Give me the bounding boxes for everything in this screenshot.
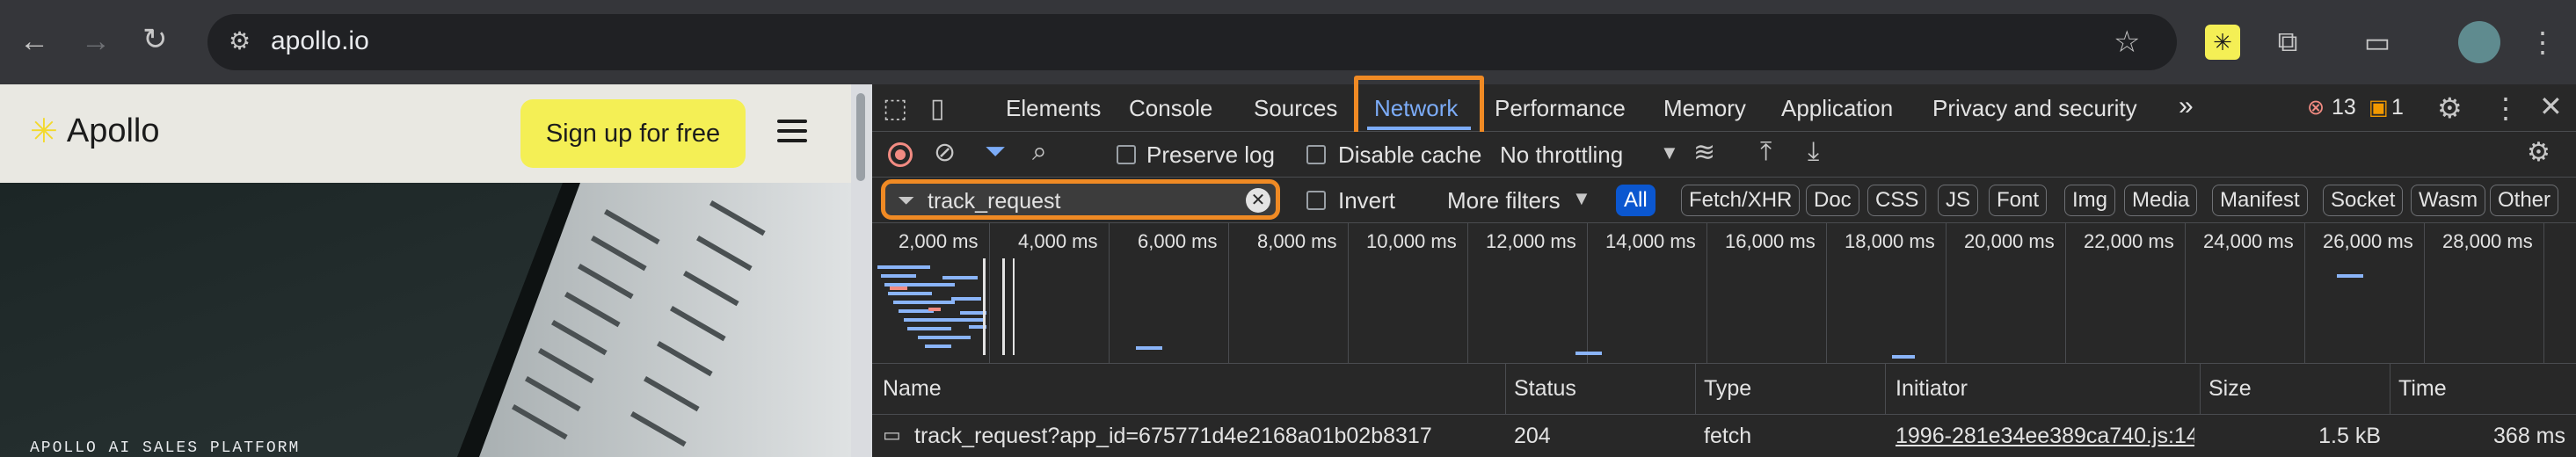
page-scrollbar[interactable] <box>856 93 865 181</box>
request-name[interactable]: track_request?app_id=675771d4e2168a01b02… <box>914 424 1498 449</box>
requests-table-header: Name Status Type Initiator Size Time <box>872 364 2576 415</box>
hero-tablet-illustration <box>0 183 851 457</box>
devtools-menu-icon[interactable]: ⋮ <box>2492 91 2520 125</box>
tab-memory[interactable]: Memory <box>1663 95 1746 122</box>
tab-network[interactable]: Network <box>1374 95 1458 122</box>
site-info-icon[interactable]: ⚙ <box>229 26 251 55</box>
web-page: ✳ Apollo Sign up for free APOLLO AI SALE… <box>0 84 851 457</box>
error-icon: ⊗ <box>2307 96 2325 120</box>
site-header: ✳ Apollo Sign up for free <box>0 84 851 183</box>
preserve-log-checkbox[interactable] <box>1117 145 1136 164</box>
filter-input-value: track_request <box>928 189 1061 214</box>
type-filter-wasm[interactable]: Wasm <box>2411 185 2486 216</box>
overview-request-bars <box>877 258 2363 359</box>
devtools-resizer[interactable] <box>851 84 872 457</box>
type-filter-socket[interactable]: Socket <box>2323 185 2404 216</box>
type-filter-img[interactable]: Img <box>2064 185 2116 216</box>
column-header-name[interactable]: Name <box>883 376 942 402</box>
reload-icon[interactable]: ↻ <box>142 25 168 54</box>
tab-application[interactable]: Application <box>1781 95 1893 122</box>
import-har-icon[interactable]: ⤒ <box>1760 137 1772 167</box>
type-filter-media[interactable]: Media <box>2124 185 2198 216</box>
url-text: apollo.io <box>271 26 369 55</box>
profile-avatar[interactable] <box>2458 21 2500 63</box>
type-filter-font[interactable]: Font <box>1989 185 2048 216</box>
inspect-element-icon[interactable]: ⬚ <box>883 93 907 124</box>
more-filters-dropdown[interactable]: More filters <box>1447 187 1561 214</box>
tab-sources[interactable]: Sources <box>1254 95 1337 122</box>
network-conditions-icon[interactable]: ≋ <box>1693 137 1715 168</box>
warning-count[interactable]: 1 <box>2391 95 2404 120</box>
type-filter-manifest[interactable]: Manifest <box>2212 185 2308 216</box>
clear-log-icon[interactable]: ⊘ <box>934 137 956 168</box>
search-icon[interactable]: ⌕ <box>1032 137 1047 167</box>
chevron-down-icon[interactable]: ▼ <box>1572 187 1591 210</box>
column-header-size[interactable]: Size <box>2209 376 2252 402</box>
puzzle-icon[interactable]: ⧉ <box>2267 21 2309 63</box>
close-devtools-icon[interactable]: ✕ <box>2539 90 2563 123</box>
clear-filter-icon[interactable]: ✕ <box>1246 188 1270 213</box>
column-header-type[interactable]: Type <box>1704 376 1751 402</box>
forward-arrow-icon[interactable]: → <box>81 26 111 56</box>
network-settings-icon[interactable]: ⚙ <box>2527 137 2551 168</box>
type-filter-fetch-xhr[interactable]: Fetch/XHR <box>1681 185 1801 216</box>
hero-tagline: APOLLO AI SALES PLATFORM <box>30 439 301 457</box>
request-size: 1.5 kB <box>2318 424 2381 448</box>
tab-privacy-security[interactable]: Privacy and security <box>1932 95 2137 122</box>
invert-label: Invert <box>1338 187 1396 214</box>
filter-input[interactable]: ⏷ track_request ✕ <box>881 179 1280 220</box>
settings-gear-icon[interactable]: ⚙ <box>2437 91 2463 125</box>
filter-icon: ⏷ <box>898 189 915 213</box>
disable-cache-checkbox[interactable] <box>1306 145 1326 164</box>
kebab-menu-icon[interactable]: ⋮ <box>2521 21 2564 63</box>
request-type: fetch <box>1704 424 1752 448</box>
active-tab-indicator <box>1367 127 1471 130</box>
devtools-panel: ⬚ ▯ Elements Console Sources Network Per… <box>872 76 2576 457</box>
devtools-tab-bar: ⬚ ▯ Elements Console Sources Network Per… <box>872 76 2576 144</box>
record-stop-icon[interactable] <box>888 142 913 167</box>
invert-checkbox[interactable] <box>1306 191 1326 210</box>
network-filter-bar: ⏷ track_request ✕ Invert More filters ▼ … <box>872 178 2576 223</box>
preserve-log-label: Preserve log <box>1146 141 1275 168</box>
request-initiator-link[interactable]: 1996-281e34ee389ca740.js:14 <box>1896 424 2194 449</box>
filter-funnel-icon[interactable]: ⏷ <box>985 137 1006 167</box>
column-header-initiator[interactable]: Initiator <box>1896 376 1968 402</box>
device-toolbar-icon[interactable]: ▯ <box>930 93 945 124</box>
column-header-status[interactable]: Status <box>1514 376 1576 402</box>
tab-console[interactable]: Console <box>1129 95 1212 122</box>
address-bar[interactable]: ⚙ apollo.io ☆ <box>207 14 2177 70</box>
column-header-time[interactable]: Time <box>2398 376 2447 402</box>
network-overview-timeline[interactable]: 2,000 ms 4,000 ms 6,000 ms 8,000 ms 10,0… <box>872 223 2576 364</box>
table-row[interactable]: ▭ track_request?app_id=675771d4e2168a01b… <box>872 415 2576 457</box>
hamburger-menu-icon[interactable] <box>777 120 807 146</box>
more-tabs-icon[interactable]: » <box>2179 91 2194 121</box>
apollo-logo[interactable]: ✳ Apollo <box>30 112 159 150</box>
type-filter-css[interactable]: CSS <box>1867 185 1927 216</box>
chevron-down-icon[interactable]: ▼ <box>1660 141 1679 164</box>
error-count[interactable]: 13 <box>2332 95 2356 120</box>
type-filter-all[interactable]: All <box>1616 185 1655 216</box>
type-filter-doc[interactable]: Doc <box>1806 185 1859 216</box>
document-icon: ▭ <box>883 424 901 446</box>
back-arrow-icon[interactable]: ← <box>19 26 49 56</box>
signup-button[interactable]: Sign up for free <box>520 99 746 168</box>
bookmark-star-icon[interactable]: ☆ <box>2114 25 2140 60</box>
warning-icon: ▣ <box>2369 96 2389 120</box>
type-filter-other[interactable]: Other <box>2490 185 2559 216</box>
extension-icon[interactable]: ✳ <box>2205 25 2240 60</box>
throttling-select[interactable]: No throttling <box>1500 141 1623 169</box>
apollo-logo-icon: ✳ <box>30 112 58 150</box>
type-filter-js[interactable]: JS <box>1938 185 1979 216</box>
export-har-icon[interactable]: ⤓ <box>1808 137 1819 167</box>
hero-image: APOLLO AI SALES PLATFORM <box>0 183 851 457</box>
cast-search-icon[interactable]: ▭ <box>2356 21 2398 63</box>
network-toolbar: ⊘ ⏷ ⌕ Preserve log Disable cache No thro… <box>872 132 2576 178</box>
browser-toolbar: ← → ↻ ⚙ apollo.io ☆ ✳ ⧉ ▭ ⋮ <box>0 0 2576 84</box>
request-time: 368 ms <box>2493 424 2565 448</box>
apollo-logo-text: Apollo <box>66 112 160 149</box>
tab-performance[interactable]: Performance <box>1495 95 1626 122</box>
disable-cache-label: Disable cache <box>1338 141 1482 168</box>
request-status: 204 <box>1514 424 1551 448</box>
tab-elements[interactable]: Elements <box>1006 95 1101 122</box>
